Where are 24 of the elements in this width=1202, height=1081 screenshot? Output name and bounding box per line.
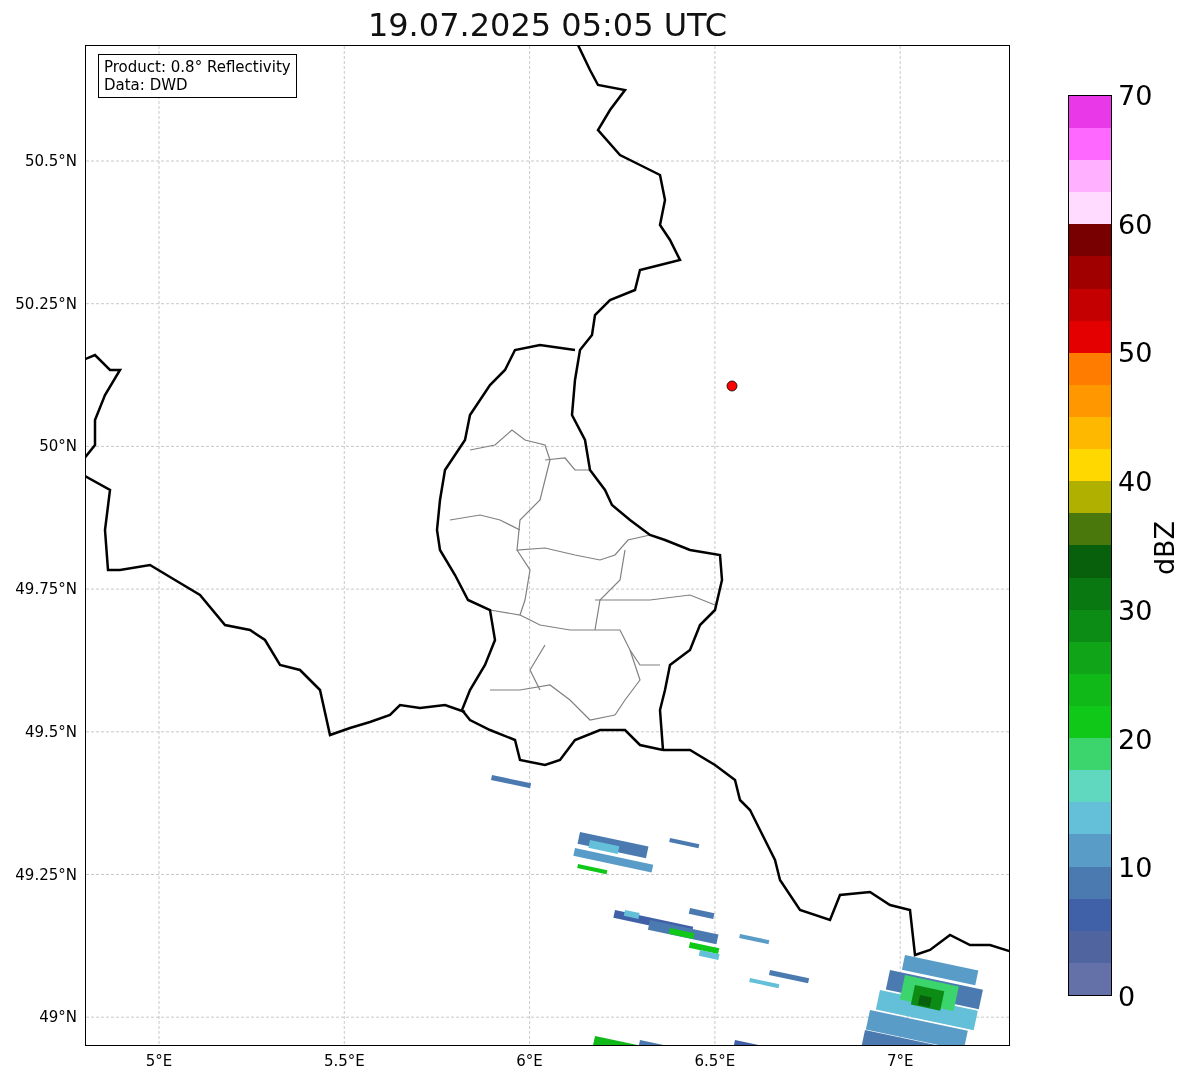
longitude-label: 5.5°E xyxy=(323,1052,365,1070)
map-title: 19.07.2025 05:05 UTC xyxy=(366,5,729,45)
colorbar-tick-label: 70 xyxy=(1118,81,1153,109)
longitude-label: 6.5°E xyxy=(694,1052,736,1070)
colorbar-tick-label: 0 xyxy=(1118,982,1136,1010)
colorbar-tick-label: 30 xyxy=(1118,596,1153,624)
longitude-label: 7°E xyxy=(886,1052,914,1070)
latitude-label: 50.5°N xyxy=(24,152,77,170)
colorbar-tick-label: 50 xyxy=(1118,338,1153,366)
colorbar-label: dBZ xyxy=(1148,520,1180,576)
longitude-label: 6°E xyxy=(516,1052,543,1070)
longitude-label: 5°E xyxy=(145,1052,173,1070)
colorbar-tick-label: 20 xyxy=(1118,725,1153,753)
colorbar-tick-label: 40 xyxy=(1118,467,1153,495)
latitude-label: 49°N xyxy=(39,1008,77,1027)
latitude-label: 49.75°N xyxy=(15,580,77,599)
latitude-label: 50°N xyxy=(39,437,77,456)
legend-text: Product: 0.8° Reflectivity xyxy=(104,58,291,76)
latitude-label: 49.25°N xyxy=(15,865,77,884)
latitude-label: 49.5°N xyxy=(24,722,77,741)
latitude-label: 50.25°N xyxy=(15,294,77,313)
colorbar-tick-label: 60 xyxy=(1118,210,1153,238)
legend-text: Data: DWD xyxy=(104,76,189,94)
colorbar-tick-label: 10 xyxy=(1118,853,1153,881)
